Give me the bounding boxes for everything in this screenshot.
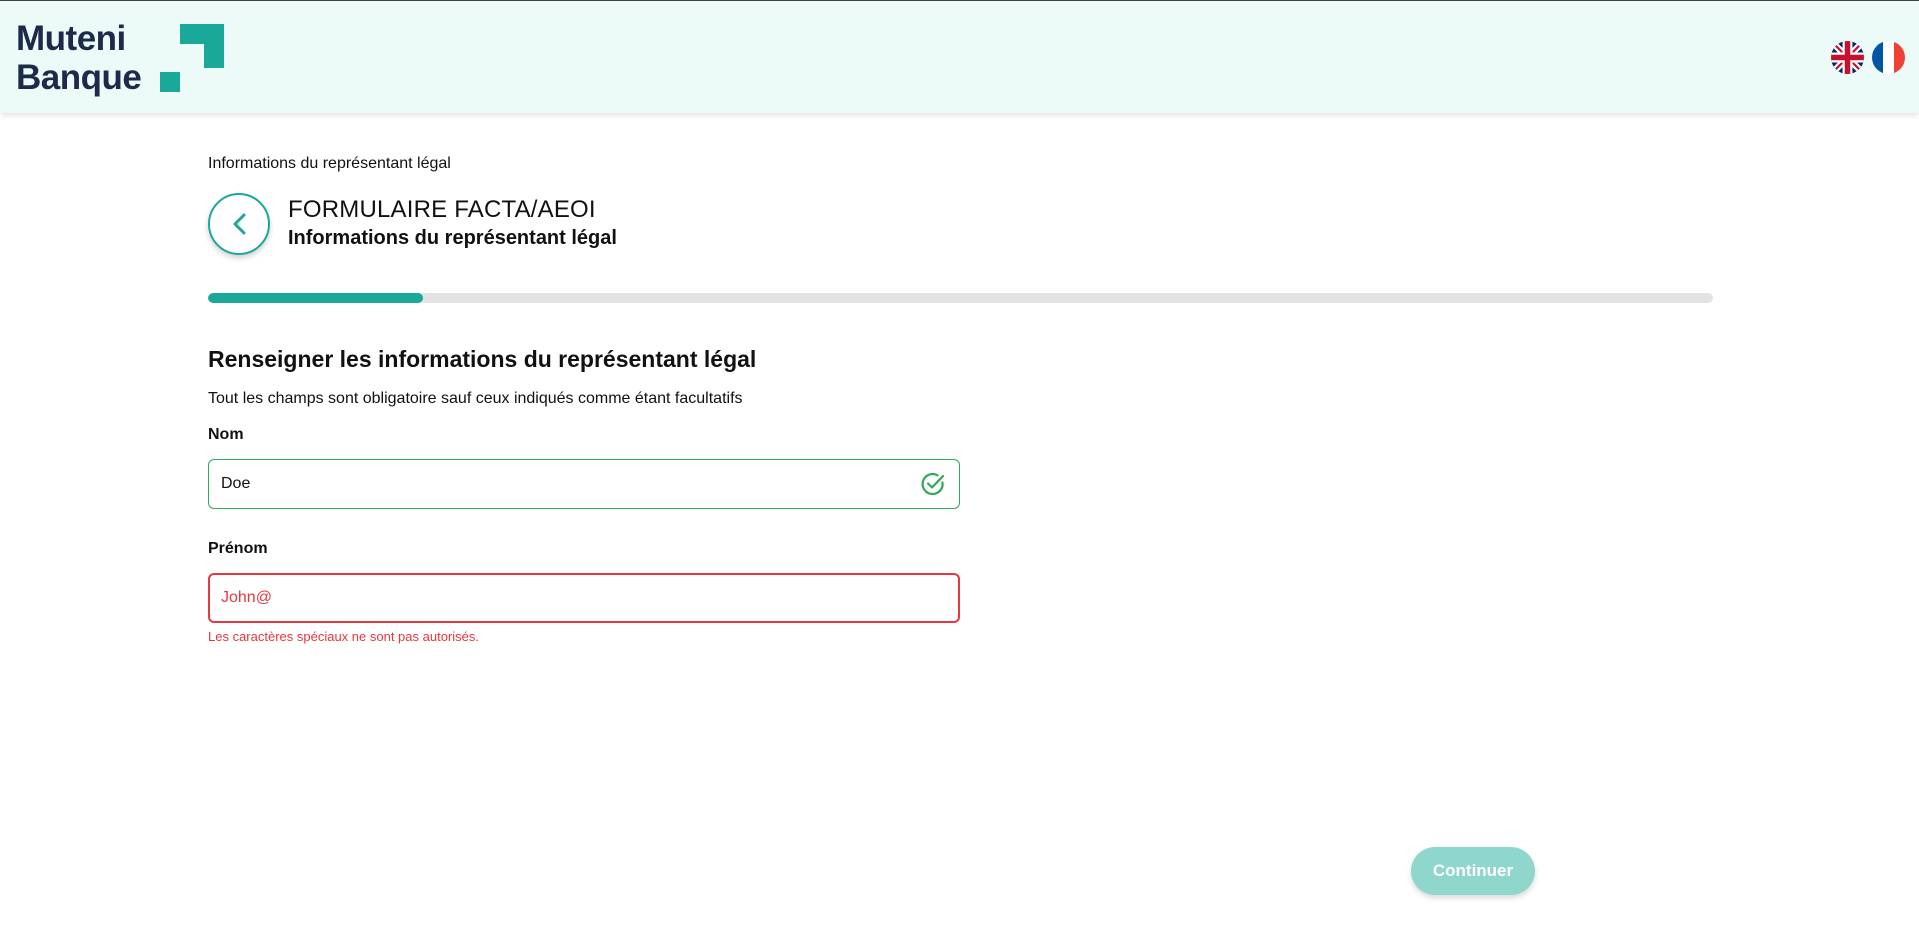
uk-flag-icon — [1831, 41, 1864, 74]
prenom-input[interactable] — [210, 575, 958, 621]
nom-input[interactable] — [209, 460, 959, 508]
progress-bar — [208, 293, 1713, 303]
muteni-banque-logo[interactable]: Muteni Banque — [16, 19, 236, 99]
france-flag-icon — [1872, 41, 1905, 74]
progress-bar-fill — [208, 293, 424, 303]
prenom-error-message: Les caractères spéciaux ne sont pas auto… — [208, 629, 479, 644]
nom-label: Nom — [208, 426, 244, 443]
prenom-field-wrapper — [208, 573, 960, 623]
logo-line-2: Banque — [16, 58, 142, 97]
nom-field-wrapper — [208, 459, 960, 509]
logo-text: Muteni Banque — [16, 19, 156, 97]
breadcrumb: Informations du représentant légal — [208, 155, 451, 172]
continue-button[interactable]: Continuer — [1411, 847, 1535, 895]
language-english-button[interactable] — [1831, 41, 1864, 74]
section-title: Renseigner les informations du représent… — [208, 346, 757, 372]
top-header: Muteni Banque — [0, 0, 1919, 113]
logo-mark-icon — [160, 24, 224, 92]
check-circle-icon — [921, 472, 945, 496]
page-title: FORMULAIRE FACTA/AEOI — [288, 196, 596, 223]
language-french-button[interactable] — [1872, 41, 1905, 74]
page-subtitle: Informations du représentant légal — [288, 227, 617, 249]
back-button[interactable] — [208, 193, 270, 255]
logo-line-1: Muteni — [16, 19, 126, 58]
chevron-left-icon — [233, 213, 246, 235]
section-description: Tout les champs sont obligatoire sauf ce… — [208, 390, 743, 407]
prenom-label: Prénom — [208, 540, 268, 557]
